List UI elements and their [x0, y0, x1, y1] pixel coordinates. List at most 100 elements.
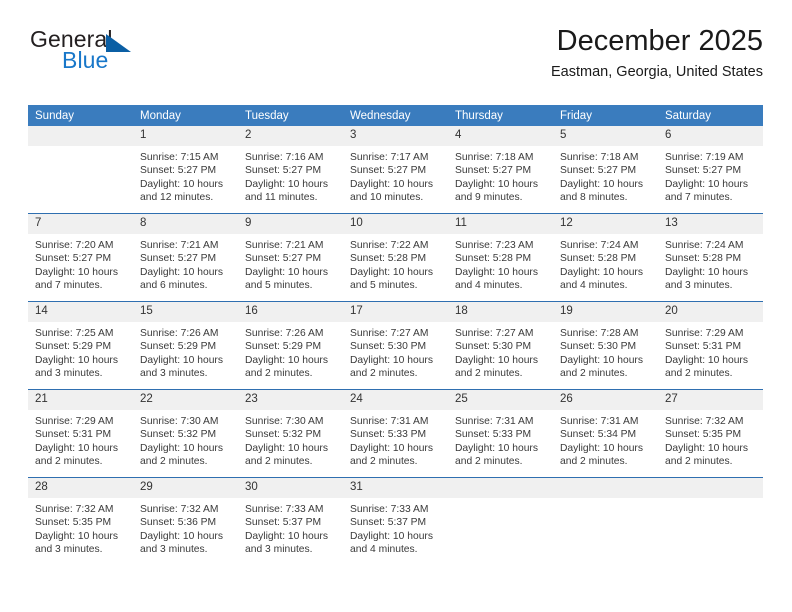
- calendar-day-cell[interactable]: 26 Sunrise: 7:31 AM Sunset: 5:34 PM Dayligh…: [553, 389, 658, 478]
- calendar-day-cell[interactable]: 30 Sunrise: 7:33 AM Sunset: 5:37 PM Dayligh…: [238, 477, 343, 565]
- sunset-text: Sunset: 5:27 PM: [560, 165, 637, 177]
- calendar-day-cell[interactable]: 22 Sunrise: 7:30 AM Sunset: 5:32 PM Dayligh…: [133, 389, 238, 478]
- sunset-text: Sunset: 5:30 PM: [350, 341, 427, 353]
- calendar-day-cell[interactable]: 15 Sunrise: 7:26 AM Sunset: 5:29 PM Dayligh…: [133, 301, 238, 390]
- sunset-text: Sunset: 5:33 PM: [455, 429, 532, 441]
- weekday-header-tuesday: Tuesday: [238, 105, 343, 126]
- calendar-day-cell[interactable]: 29 Sunrise: 7:32 AM Sunset: 5:36 PM Dayligh…: [133, 477, 238, 565]
- daylight-text: Daylight: 10 hours and 3 minutes.: [245, 530, 328, 556]
- day-info: [553, 498, 658, 565]
- sunset-text: Sunset: 5:31 PM: [35, 429, 112, 441]
- calendar-day-cell[interactable]: 13 Sunrise: 7:24 AM Sunset: 5:28 PM Dayligh…: [658, 213, 763, 302]
- calendar-day-cell[interactable]: 11 Sunrise: 7:23 AM Sunset: 5:28 PM Dayligh…: [448, 213, 553, 302]
- day-info: Sunrise: 7:26 AM Sunset: 5:29 PM Daylight:…: [238, 322, 343, 389]
- calendar-day-cell[interactable]: 5 Sunrise: 7:18 AM Sunset: 5:27 PM Daylight…: [553, 126, 658, 214]
- calendar-day-cell[interactable]: 20 Sunrise: 7:29 AM Sunset: 5:31 PM Dayligh…: [658, 301, 763, 390]
- daylight-text: Daylight: 10 hours and 12 minutes.: [140, 178, 223, 204]
- sunrise-text: Sunrise: 7:32 AM: [140, 504, 219, 515]
- day-number: 17: [343, 302, 448, 322]
- calendar-day-cell[interactable]: 2 Sunrise: 7:16 AM Sunset: 5:27 PM Daylight…: [238, 126, 343, 214]
- sunset-text: Sunset: 5:32 PM: [245, 429, 322, 441]
- calendar-day-cell[interactable]: 3 Sunrise: 7:17 AM Sunset: 5:27 PM Daylight…: [343, 126, 448, 214]
- day-info: Sunrise: 7:24 AM Sunset: 5:28 PM Daylight:…: [553, 234, 658, 301]
- calendar-day-cell[interactable]: 16 Sunrise: 7:26 AM Sunset: 5:29 PM Dayligh…: [238, 301, 343, 390]
- daylight-text: Daylight: 10 hours and 4 minutes.: [560, 266, 643, 292]
- calendar-day-cell[interactable]: 1 Sunrise: 7:15 AM Sunset: 5:27 PM Daylight…: [133, 126, 238, 214]
- day-info: Sunrise: 7:31 AM Sunset: 5:33 PM Daylight:…: [343, 410, 448, 477]
- calendar-day-cell[interactable]: 24 Sunrise: 7:31 AM Sunset: 5:33 PM Dayligh…: [343, 389, 448, 478]
- calendar-day-cell[interactable]: 10 Sunrise: 7:22 AM Sunset: 5:28 PM Dayligh…: [343, 213, 448, 302]
- calendar-day-cell[interactable]: 18 Sunrise: 7:27 AM Sunset: 5:30 PM Dayligh…: [448, 301, 553, 390]
- sunset-text: Sunset: 5:27 PM: [35, 253, 112, 265]
- calendar-day-cell[interactable]: 6 Sunrise: 7:19 AM Sunset: 5:27 PM Daylight…: [658, 126, 763, 214]
- day-info: Sunrise: 7:23 AM Sunset: 5:28 PM Daylight:…: [448, 234, 553, 301]
- day-info: Sunrise: 7:31 AM Sunset: 5:33 PM Daylight:…: [448, 410, 553, 477]
- day-info: Sunrise: 7:16 AM Sunset: 5:27 PM Daylight:…: [238, 146, 343, 213]
- calendar-day-cell[interactable]: 12 Sunrise: 7:24 AM Sunset: 5:28 PM Dayligh…: [553, 213, 658, 302]
- daylight-text: Daylight: 10 hours and 3 minutes.: [35, 354, 118, 380]
- calendar-day-cell[interactable]: 17 Sunrise: 7:27 AM Sunset: 5:30 PM Dayligh…: [343, 301, 448, 390]
- calendar-week-row: 7 Sunrise: 7:20 AM Sunset: 5:27 PM Daylight…: [28, 213, 763, 302]
- sunrise-text: Sunrise: 7:20 AM: [35, 240, 114, 251]
- day-number: 24: [343, 390, 448, 410]
- day-number: 19: [553, 302, 658, 322]
- calendar-day-cell[interactable]: 27 Sunrise: 7:32 AM Sunset: 5:35 PM Dayligh…: [658, 389, 763, 478]
- sunset-text: Sunset: 5:28 PM: [350, 253, 427, 265]
- day-info: Sunrise: 7:25 AM Sunset: 5:29 PM Daylight:…: [28, 322, 133, 389]
- weekday-header-saturday: Saturday: [658, 105, 763, 126]
- triangle-icon: [106, 34, 131, 52]
- calendar-week-row: 28 Sunrise: 7:32 AM Sunset: 5:35 PM Dayligh…: [28, 477, 763, 565]
- sunset-text: Sunset: 5:37 PM: [350, 517, 427, 529]
- day-info: Sunrise: 7:17 AM Sunset: 5:27 PM Daylight:…: [343, 146, 448, 213]
- calendar-day-cell[interactable]: 31 Sunrise: 7:33 AM Sunset: 5:37 PM Dayligh…: [343, 477, 448, 565]
- calendar-day-cell[interactable]: 9 Sunrise: 7:21 AM Sunset: 5:27 PM Daylight…: [238, 213, 343, 302]
- calendar-day-cell[interactable]: 8 Sunrise: 7:21 AM Sunset: 5:27 PM Daylight…: [133, 213, 238, 302]
- sunset-text: Sunset: 5:29 PM: [35, 341, 112, 353]
- day-number: 30: [238, 478, 343, 498]
- day-number: 10: [343, 214, 448, 234]
- day-info: [28, 146, 133, 213]
- calendar-day-cell[interactable]: 28 Sunrise: 7:32 AM Sunset: 5:35 PM Dayligh…: [28, 477, 133, 565]
- calendar-day-cell[interactable]: 19 Sunrise: 7:28 AM Sunset: 5:30 PM Dayligh…: [553, 301, 658, 390]
- sunset-text: Sunset: 5:36 PM: [140, 517, 217, 529]
- calendar-day-cell[interactable]: 7 Sunrise: 7:20 AM Sunset: 5:27 PM Daylight…: [28, 213, 133, 302]
- sunset-text: Sunset: 5:34 PM: [560, 429, 637, 441]
- day-info: Sunrise: 7:32 AM Sunset: 5:35 PM Daylight:…: [28, 498, 133, 565]
- sunset-text: Sunset: 5:28 PM: [560, 253, 637, 265]
- sunrise-text: Sunrise: 7:26 AM: [140, 328, 219, 339]
- day-info: Sunrise: 7:33 AM Sunset: 5:37 PM Daylight:…: [238, 498, 343, 565]
- day-number: 16: [238, 302, 343, 322]
- daylight-text: Daylight: 10 hours and 7 minutes.: [665, 178, 748, 204]
- sunrise-text: Sunrise: 7:24 AM: [560, 240, 639, 251]
- weekday-header-sunday: Sunday: [28, 105, 133, 126]
- sunrise-text: Sunrise: 7:25 AM: [35, 328, 114, 339]
- daylight-text: Daylight: 10 hours and 4 minutes.: [350, 530, 433, 556]
- brand-logo[interactable]: General Blue: [28, 26, 218, 82]
- sunrise-text: Sunrise: 7:33 AM: [245, 504, 324, 515]
- calendar-day-cell[interactable]: 14 Sunrise: 7:25 AM Sunset: 5:29 PM Dayligh…: [28, 301, 133, 390]
- calendar-day-cell[interactable]: 23 Sunrise: 7:30 AM Sunset: 5:32 PM Dayligh…: [238, 389, 343, 478]
- calendar-day-cell[interactable]: 4 Sunrise: 7:18 AM Sunset: 5:27 PM Daylight…: [448, 126, 553, 214]
- day-number: 22: [133, 390, 238, 410]
- weekday-header-thursday: Thursday: [448, 105, 553, 126]
- day-number: 5: [553, 126, 658, 146]
- daylight-text: Daylight: 10 hours and 2 minutes.: [665, 442, 748, 468]
- day-info: Sunrise: 7:18 AM Sunset: 5:27 PM Daylight:…: [553, 146, 658, 213]
- day-number: 15: [133, 302, 238, 322]
- day-number: 12: [553, 214, 658, 234]
- day-number: 1: [133, 126, 238, 146]
- calendar-day-cell-empty: [553, 477, 658, 565]
- day-info: Sunrise: 7:28 AM Sunset: 5:30 PM Daylight:…: [553, 322, 658, 389]
- sunrise-text: Sunrise: 7:28 AM: [560, 328, 639, 339]
- sunset-text: Sunset: 5:30 PM: [560, 341, 637, 353]
- calendar-day-cell[interactable]: 21 Sunrise: 7:29 AM Sunset: 5:31 PM Dayligh…: [28, 389, 133, 478]
- calendar-day-cell[interactable]: 25 Sunrise: 7:31 AM Sunset: 5:33 PM Dayligh…: [448, 389, 553, 478]
- sunset-text: Sunset: 5:33 PM: [350, 429, 427, 441]
- weekday-header-friday: Friday: [553, 105, 658, 126]
- daylight-text: Daylight: 10 hours and 2 minutes.: [245, 442, 328, 468]
- sunset-text: Sunset: 5:31 PM: [665, 341, 742, 353]
- day-number: 18: [448, 302, 553, 322]
- daylight-text: Daylight: 10 hours and 7 minutes.: [35, 266, 118, 292]
- sunrise-text: Sunrise: 7:31 AM: [560, 416, 639, 427]
- sunrise-text: Sunrise: 7:23 AM: [455, 240, 534, 251]
